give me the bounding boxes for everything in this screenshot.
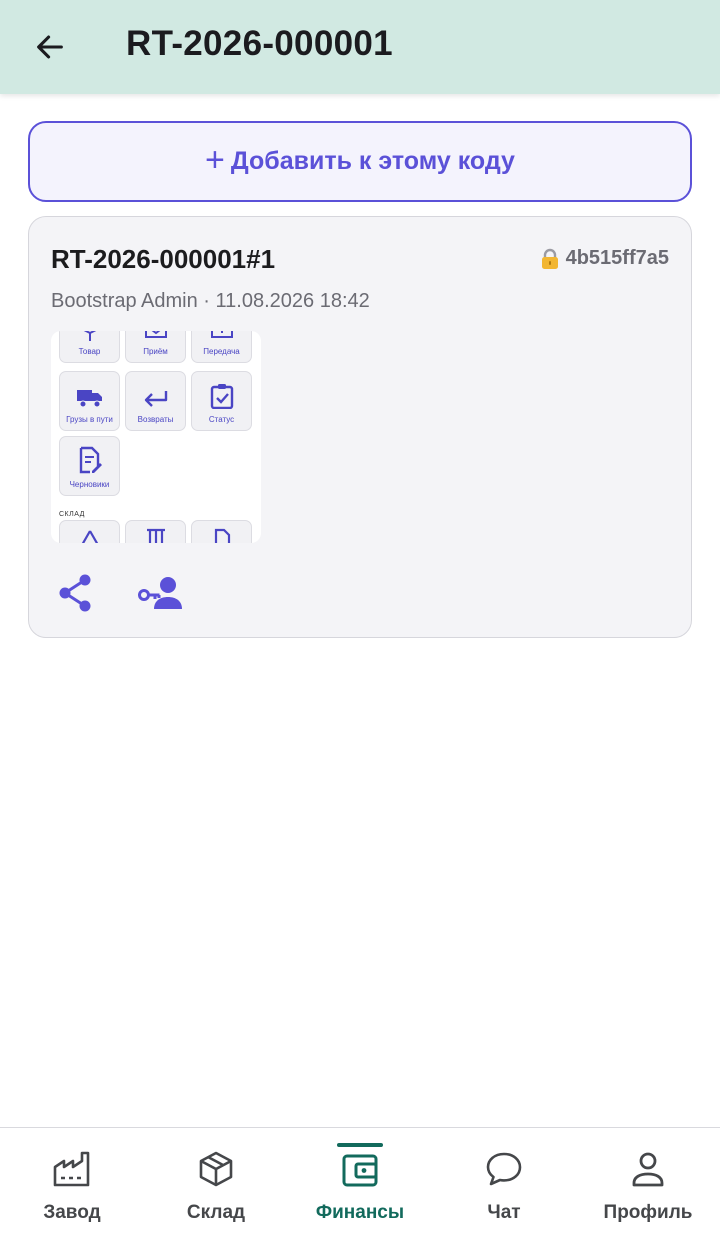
- share-icon: [59, 574, 91, 612]
- nav-item-chat[interactable]: Чат: [432, 1128, 576, 1233]
- box-icon: [83, 331, 96, 341]
- nav-item-factory[interactable]: Завод: [0, 1128, 144, 1233]
- thumb-tile-partial: [125, 520, 186, 543]
- record-hash: 4b515ff7a5: [540, 247, 669, 270]
- draft-edit-icon: [79, 446, 102, 474]
- thumb-tile-label: Приём: [143, 347, 168, 356]
- nav-label: Финансы: [315, 1202, 405, 1223]
- app-bar: RT-2026-000001: [0, 0, 720, 94]
- thumb-tile-status: Статус: [191, 371, 252, 431]
- thumb-tile-in-transit: Грузы в пути: [59, 371, 120, 431]
- thumb-tile-label: Черновики: [69, 480, 110, 489]
- thumb-tile-label: Передача: [203, 347, 240, 356]
- nav-item-finance[interactable]: Финансы: [288, 1128, 432, 1233]
- thumb-tile-partial: [59, 520, 120, 543]
- chat-bubble-icon: [485, 1150, 523, 1188]
- back-button[interactable]: [28, 25, 72, 69]
- page-title: RT-2026-000001: [126, 24, 393, 63]
- return-arrow-icon: [144, 391, 167, 407]
- file-icon: [214, 528, 230, 543]
- inbox-download-icon: [144, 331, 167, 338]
- active-indicator: [337, 1143, 383, 1147]
- thumb-tile-partial: [191, 520, 252, 543]
- record-card[interactable]: RT-2026-000001#1 4b515ff7a5 Bootstrap Ad…: [28, 216, 692, 638]
- outbox-upload-icon: [210, 331, 233, 338]
- arrow-left-icon: [37, 35, 63, 59]
- thumb-tile-drafts: Черновики: [59, 436, 120, 496]
- nav-label: Завод: [43, 1202, 101, 1223]
- thumb-tile-transfer: Передача: [191, 331, 252, 363]
- add-to-code-button[interactable]: + Добавить к этому коду: [28, 121, 692, 202]
- person-icon: [630, 1150, 666, 1188]
- thumb-section-label: СКЛАД: [59, 511, 85, 518]
- warning-icon: [81, 530, 98, 543]
- record-meta: Bootstrap Admin · 11.08.2026 18:42: [51, 290, 370, 312]
- lock-icon: [540, 248, 560, 270]
- box-icon: [198, 1150, 234, 1188]
- thumb-tile-receive: Приём: [125, 331, 186, 363]
- trash-icon: [146, 528, 165, 543]
- thumb-tile-returns: Возвраты: [125, 371, 186, 431]
- attachment-thumbnail[interactable]: Товар Приём Передача Грузы в пути Возвра…: [51, 331, 261, 543]
- nav-label: Чат: [487, 1202, 521, 1223]
- bottom-navigation: Завод Склад Финансы Чат Профиль: [0, 1127, 720, 1233]
- nav-item-profile[interactable]: Профиль: [576, 1128, 720, 1233]
- wallet-icon: [341, 1150, 379, 1188]
- thumb-tile-label: Возвраты: [137, 415, 174, 424]
- clipboard-check-icon: [210, 384, 233, 409]
- grant-access-button[interactable]: [135, 569, 187, 617]
- nav-label: Профиль: [603, 1202, 693, 1223]
- plus-icon: +: [205, 140, 225, 179]
- add-to-code-label: Добавить к этому коду: [230, 147, 515, 175]
- card-actions: [51, 569, 187, 617]
- nav-label: Склад: [186, 1202, 246, 1223]
- hash-value: 4b515ff7a5: [565, 247, 669, 269]
- thumb-tile-label: Товар: [78, 347, 101, 356]
- thumb-tile-label: Грузы в пути: [66, 415, 113, 424]
- nav-item-warehouse[interactable]: Склад: [144, 1128, 288, 1233]
- truck-icon: [76, 390, 102, 408]
- record-title: RT-2026-000001#1: [51, 244, 276, 274]
- thumb-tile-product: Товар: [59, 331, 120, 363]
- share-button[interactable]: [51, 569, 99, 617]
- thumb-tile-label: Статус: [208, 415, 235, 424]
- factory-icon: [53, 1150, 91, 1188]
- person-key-icon: [138, 577, 182, 609]
